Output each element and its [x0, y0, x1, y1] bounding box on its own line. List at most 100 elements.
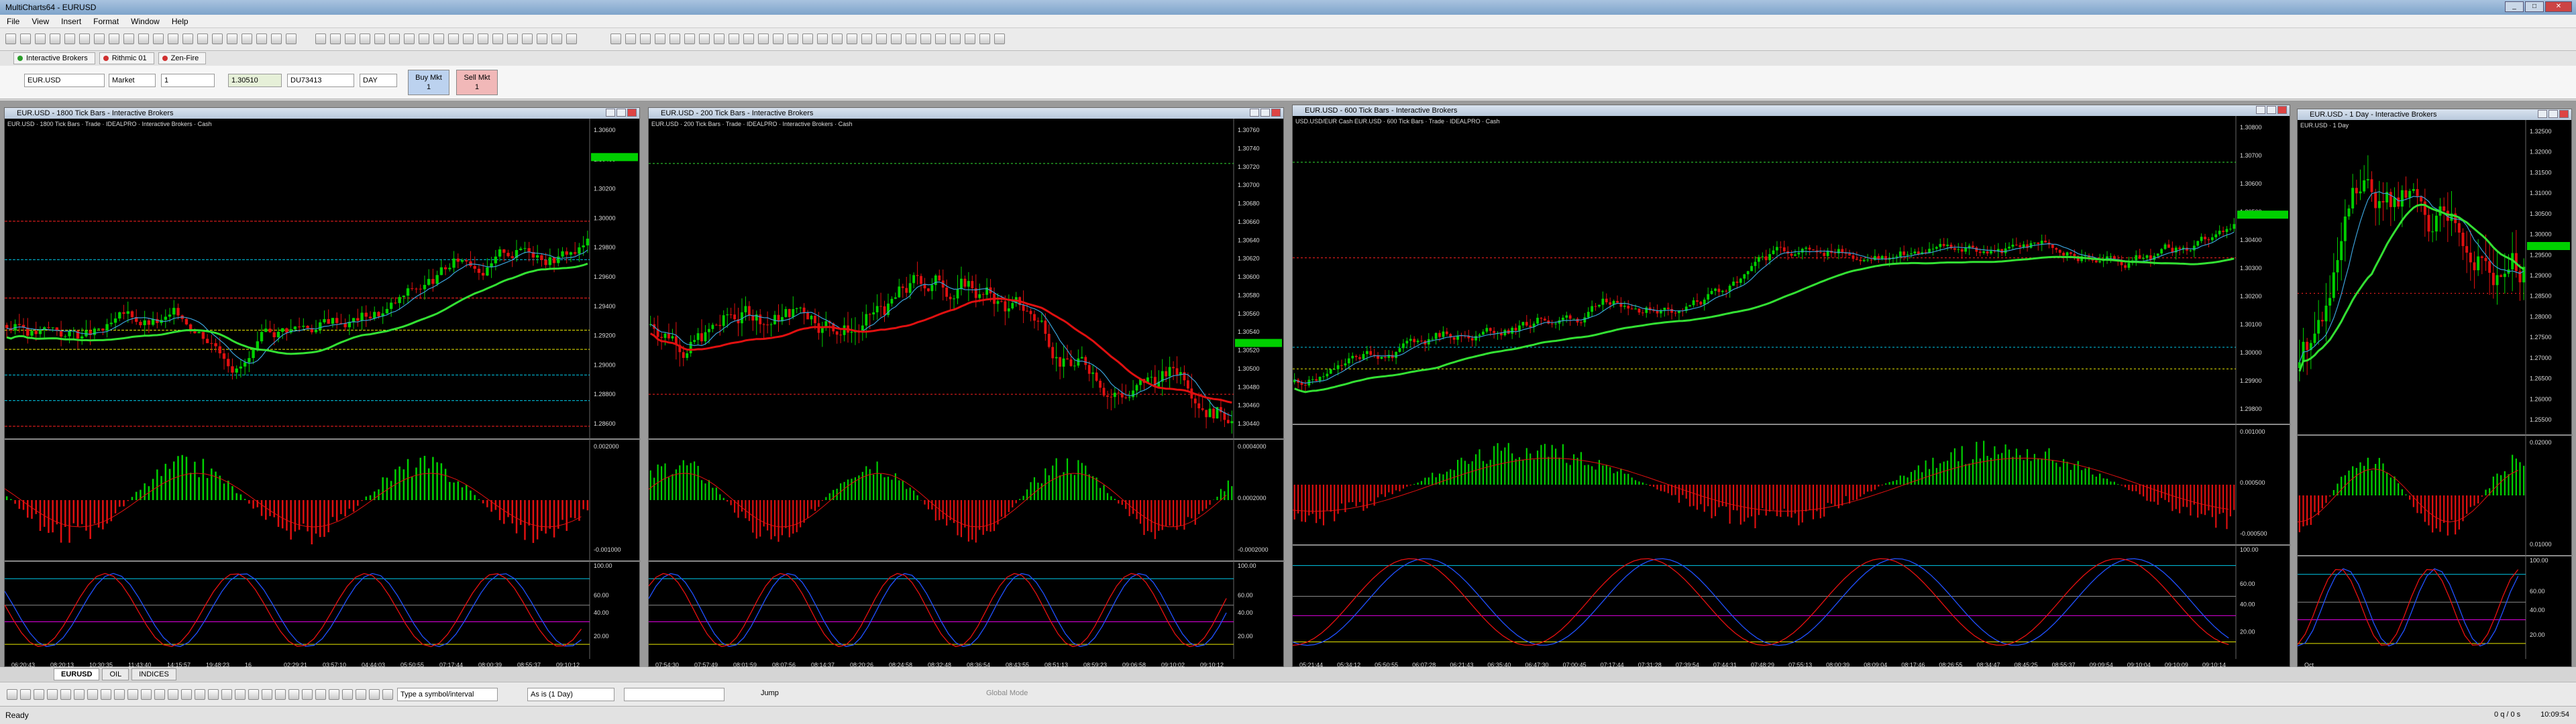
chart-canvas[interactable]: EUR.USD · 1 Day 1.32500 1.32000 1.31500 1.31…: [2298, 120, 2573, 668]
drawing-tool-button[interactable]: [34, 689, 44, 700]
toolbar-button[interactable]: [360, 34, 370, 44]
chart-window-200-tick[interactable]: EUR.USD - 200 Tick Bars - Interactive Br…: [648, 107, 1285, 668]
symbol-interval-input[interactable]: Type a symbol/interval: [397, 688, 498, 701]
drawing-tool-button[interactable]: [127, 689, 138, 700]
tab-rithmic[interactable]: Rithmic 01: [99, 52, 154, 64]
drawing-tool-button[interactable]: [195, 689, 205, 700]
toolbar-button[interactable]: [920, 34, 931, 44]
menu-help[interactable]: Help: [172, 17, 189, 26]
resolution-select[interactable]: As is (1 Day): [527, 688, 614, 701]
drawing-tool-button[interactable]: [181, 689, 192, 700]
toolbar-button[interactable]: [79, 34, 90, 44]
toolbar-button[interactable]: [847, 34, 857, 44]
maximize-button[interactable]: □: [2525, 1, 2544, 12]
chart-window-600-tick[interactable]: EUR.USD - 600 Tick Bars - Interactive Br…: [1292, 105, 2291, 668]
tif-select[interactable]: DAY: [360, 74, 397, 87]
drawing-tool-button[interactable]: [208, 689, 219, 700]
toolbar-button[interactable]: [699, 34, 710, 44]
toolbar-button[interactable]: [433, 34, 444, 44]
drawing-tool-button[interactable]: [168, 689, 178, 700]
maximize-icon[interactable]: [1260, 109, 1270, 117]
toolbar-button[interactable]: [935, 34, 946, 44]
drawing-tool-button[interactable]: [356, 689, 366, 700]
drawing-tool-button[interactable]: [315, 689, 326, 700]
minimize-icon[interactable]: [606, 109, 615, 117]
drawing-tool-button[interactable]: [114, 689, 125, 700]
toolbar-button[interactable]: [669, 34, 680, 44]
toolbar-button[interactable]: [330, 34, 341, 44]
drawing-tool-button[interactable]: [7, 689, 17, 700]
drawing-tool-button[interactable]: [342, 689, 353, 700]
toolbar-button[interactable]: [404, 34, 415, 44]
toolbar-button[interactable]: [109, 34, 119, 44]
tab-zen-fire[interactable]: Zen-Fire: [158, 52, 207, 64]
toolbar-button[interactable]: [655, 34, 665, 44]
toolbar-button[interactable]: [551, 34, 562, 44]
toolbar-button[interactable]: [271, 34, 282, 44]
toolbar-button[interactable]: [35, 34, 46, 44]
maximize-icon[interactable]: [2267, 106, 2276, 114]
chart-window-title[interactable]: EUR.USD - 1 Day - Interactive Brokers: [2298, 109, 2571, 120]
drawing-tool-button[interactable]: [47, 689, 58, 700]
toolbar-button[interactable]: [182, 34, 193, 44]
toolbar-button[interactable]: [729, 34, 739, 44]
drawing-tool-button[interactable]: [87, 689, 98, 700]
sheet-tab-oil[interactable]: OIL: [102, 668, 129, 680]
drawing-tool-button[interactable]: [302, 689, 313, 700]
toolbar-button[interactable]: [5, 34, 16, 44]
chart-window-1800-tick[interactable]: EUR.USD - 1800 Tick Bars - Interactive B…: [4, 107, 641, 668]
toolbar-button[interactable]: [802, 34, 813, 44]
toolbar-button[interactable]: [788, 34, 798, 44]
toolbar-button[interactable]: [979, 34, 990, 44]
toolbar-button[interactable]: [448, 34, 459, 44]
drawing-tool-button[interactable]: [235, 689, 246, 700]
minimize-button[interactable]: _: [2505, 1, 2524, 12]
drawing-tool-button[interactable]: [20, 689, 31, 700]
toolbar-button[interactable]: [950, 34, 961, 44]
toolbar-button[interactable]: [374, 34, 385, 44]
chart-window-1-day[interactable]: EUR.USD - 1 Day - Interactive Brokers EU…: [2297, 109, 2573, 668]
chart-canvas[interactable]: EUR.USD · 200 Tick Bars · Trade · IDEALP…: [649, 119, 1285, 668]
toolbar-button[interactable]: [64, 34, 75, 44]
toolbar-button[interactable]: [138, 34, 149, 44]
toolbar-button[interactable]: [640, 34, 651, 44]
toolbar-button[interactable]: [507, 34, 518, 44]
toolbar-button[interactable]: [876, 34, 887, 44]
drawing-tool-button[interactable]: [74, 689, 85, 700]
drawing-tool-button[interactable]: [369, 689, 380, 700]
close-icon[interactable]: [1271, 109, 1281, 117]
sell-market-button[interactable]: Sell Mkt 1: [456, 70, 498, 95]
drawing-tool-button[interactable]: [101, 689, 111, 700]
toolbar-button[interactable]: [610, 34, 621, 44]
chart-window-title[interactable]: EUR.USD - 600 Tick Bars - Interactive Br…: [1293, 105, 2290, 116]
minimize-icon[interactable]: [2256, 106, 2265, 114]
toolbar-button[interactable]: [773, 34, 784, 44]
drawing-tool-button[interactable]: [248, 689, 259, 700]
drawing-tool-button[interactable]: [60, 689, 71, 700]
drawing-tool-button[interactable]: [382, 689, 393, 700]
chart-window-title[interactable]: EUR.USD - 200 Tick Bars - Interactive Br…: [649, 108, 1283, 119]
symbol-field[interactable]: EUR.USD: [24, 74, 105, 87]
tab-interactive-brokers[interactable]: Interactive Brokers: [13, 52, 95, 64]
sheet-tab-indices[interactable]: INDICES: [131, 668, 176, 680]
toolbar-button[interactable]: [50, 34, 60, 44]
drawing-tool-button[interactable]: [329, 689, 339, 700]
toolbar-button[interactable]: [492, 34, 503, 44]
jump-button[interactable]: Jump: [761, 689, 779, 697]
toolbar-button[interactable]: [286, 34, 297, 44]
toolbar-button[interactable]: [861, 34, 872, 44]
toolbar-button[interactable]: [212, 34, 223, 44]
toolbar-button[interactable]: [906, 34, 916, 44]
toolbar-button[interactable]: [197, 34, 208, 44]
order-type-select[interactable]: Market: [109, 74, 156, 87]
toolbar-button[interactable]: [94, 34, 105, 44]
toolbar-button[interactable]: [241, 34, 252, 44]
toolbar-button[interactable]: [566, 34, 577, 44]
drawing-tool-button[interactable]: [275, 689, 286, 700]
maximize-icon[interactable]: [2548, 110, 2558, 118]
toolbar-button[interactable]: [965, 34, 975, 44]
menu-file[interactable]: File: [7, 17, 19, 26]
menu-insert[interactable]: Insert: [61, 17, 81, 26]
close-button[interactable]: ✕: [2545, 1, 2572, 12]
toolbar-button[interactable]: [315, 34, 326, 44]
